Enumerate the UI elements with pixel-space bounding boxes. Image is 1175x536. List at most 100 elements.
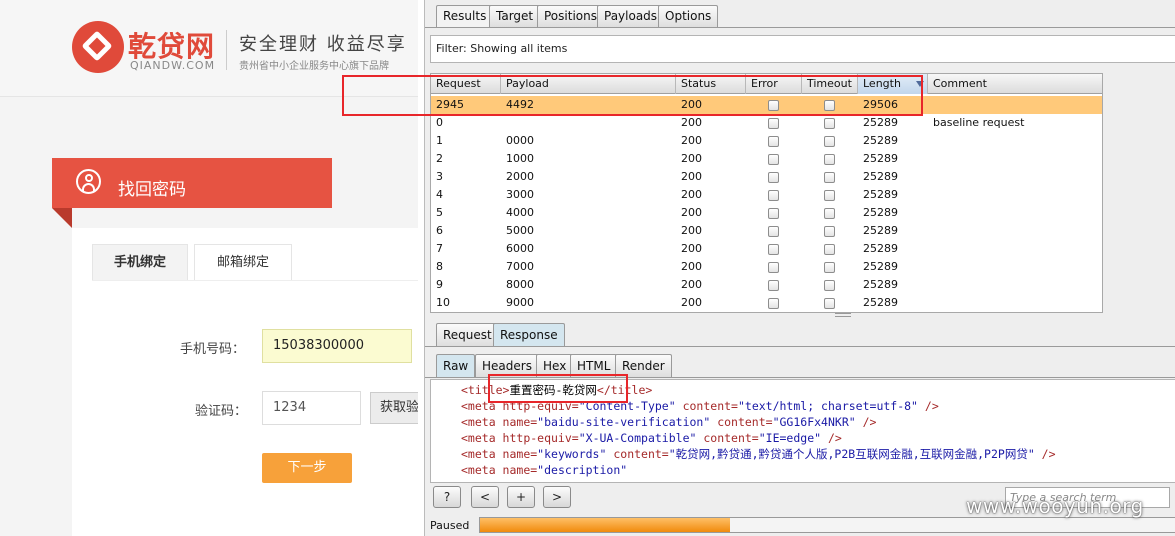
- next-step-button[interactable]: 下一步: [262, 453, 352, 483]
- tab-response[interactable]: Response: [493, 323, 565, 346]
- code-tag: />: [821, 431, 842, 445]
- col-comment[interactable]: Comment: [928, 74, 1102, 94]
- previous-button[interactable]: <: [471, 486, 499, 508]
- header-divider: [226, 30, 227, 70]
- code-attr: content=: [696, 431, 759, 445]
- code-value: "IE=edge": [758, 431, 822, 445]
- watermark: www.wooyun.org: [966, 494, 1144, 518]
- table-row[interactable]: 2 1000 200 25289: [431, 150, 1102, 168]
- timeout-checkbox: [824, 190, 835, 201]
- code-value: "GG16Fx4NKR": [772, 415, 856, 429]
- code-attr: name=: [495, 415, 538, 429]
- table-row[interactable]: 3 2000 200 25289: [431, 168, 1102, 186]
- error-checkbox: [768, 262, 779, 273]
- tab-email-binding[interactable]: 邮箱绑定: [194, 244, 292, 281]
- cell-request: 7: [436, 242, 443, 255]
- table-row[interactable]: 6 5000 200 25289: [431, 222, 1102, 240]
- tab-options[interactable]: Options: [658, 5, 719, 27]
- error-checkbox: [768, 244, 779, 255]
- cell-payload: 4000: [506, 206, 534, 219]
- filter-bar[interactable]: Filter: Showing all items: [430, 35, 1175, 63]
- cell-request: 6: [436, 224, 443, 237]
- code-tag: <meta: [461, 415, 496, 429]
- cell-status: 200: [681, 170, 702, 183]
- code-attr: name=: [495, 447, 538, 461]
- code-value: "baidu-site-verification": [537, 415, 711, 429]
- code-tag: />: [1034, 447, 1056, 461]
- table-row[interactable]: 10 9000 200 25289: [431, 294, 1102, 312]
- cell-comment: [928, 258, 933, 276]
- cell-length: 25289: [863, 152, 898, 165]
- banner-fold: [52, 208, 72, 228]
- cell-request: 4: [436, 188, 443, 201]
- code-value: "keywords": [537, 447, 607, 461]
- timeout-checkbox: [824, 208, 835, 219]
- cell-comment: [928, 276, 933, 294]
- verification-code-input[interactable]: 1234: [262, 391, 361, 425]
- error-checkbox: [768, 190, 779, 201]
- page-title: 找回密码: [118, 180, 186, 200]
- code-attr: content=: [710, 415, 773, 429]
- cell-status: 200: [681, 278, 702, 291]
- add-button[interactable]: +: [507, 486, 535, 508]
- get-code-button[interactable]: 获取验: [370, 392, 418, 424]
- cell-length: 25289: [863, 260, 898, 273]
- code-line: <meta name="description": [461, 462, 1175, 478]
- cell-payload: 6000: [506, 242, 534, 255]
- cell-comment: [928, 132, 933, 150]
- cell-status: 200: [681, 152, 702, 165]
- phone-input[interactable]: 15038300000: [262, 329, 412, 363]
- code-tag: <meta: [461, 447, 496, 461]
- code-tag: <meta: [461, 463, 496, 477]
- error-checkbox: [768, 118, 779, 129]
- cell-request: 0: [436, 116, 443, 129]
- tab-raw[interactable]: Raw: [436, 354, 476, 377]
- cell-request: 3: [436, 170, 443, 183]
- error-checkbox: [768, 280, 779, 291]
- cell-payload: [501, 114, 506, 132]
- cell-request: 1: [436, 134, 443, 147]
- next-match-button[interactable]: >: [543, 486, 571, 508]
- code-tag: <meta: [461, 431, 496, 445]
- cell-length: 25289: [863, 170, 898, 183]
- cell-length: 25289: [863, 242, 898, 255]
- highlight-box-title: [488, 374, 628, 403]
- code-line: <meta http-equiv="X-UA-Compatible" conte…: [461, 430, 1175, 446]
- user-icon: [76, 169, 101, 194]
- highlight-box-row: [342, 75, 923, 116]
- table-row[interactable]: 5 4000 200 25289: [431, 204, 1102, 222]
- progress-fill: [480, 518, 730, 532]
- tab-phone-binding[interactable]: 手机绑定: [92, 244, 188, 281]
- tab-positions[interactable]: Positions: [537, 5, 604, 27]
- sub-slogan: 贵州省中小企业服务中心旗下品牌: [239, 61, 389, 72]
- cell-length: 25289: [863, 296, 898, 309]
- cell-status: 200: [681, 206, 702, 219]
- tab-baseline: [425, 27, 1175, 28]
- tab-request[interactable]: Request: [436, 323, 499, 346]
- code-attr: content=: [675, 399, 738, 413]
- error-checkbox: [768, 298, 779, 309]
- cell-comment: [928, 294, 933, 312]
- tab-target[interactable]: Target: [489, 5, 541, 27]
- timeout-checkbox: [824, 298, 835, 309]
- code-value: "description": [537, 463, 628, 477]
- table-row[interactable]: 0 200 25289 baseline request: [431, 114, 1102, 132]
- timeout-checkbox: [824, 262, 835, 273]
- cell-comment: [928, 96, 933, 114]
- tab-results[interactable]: Results: [436, 5, 494, 27]
- cell-comment: [928, 204, 933, 222]
- help-button[interactable]: ?: [433, 486, 461, 508]
- code-tag: />: [855, 415, 877, 429]
- timeout-checkbox: [824, 244, 835, 255]
- cell-length: 25289: [863, 134, 898, 147]
- tab-payloads[interactable]: Payloads: [597, 5, 665, 27]
- table-row[interactable]: 7 6000 200 25289: [431, 240, 1102, 258]
- table-row[interactable]: 1 0000 200 25289: [431, 132, 1102, 150]
- cell-status: 200: [681, 134, 702, 147]
- cell-payload: 0000: [506, 134, 534, 147]
- table-row[interactable]: 9 8000 200 25289: [431, 276, 1102, 294]
- splitter-handle[interactable]: [835, 313, 851, 317]
- table-row[interactable]: 8 7000 200 25289: [431, 258, 1102, 276]
- table-row[interactable]: 4 3000 200 25289: [431, 186, 1102, 204]
- cell-payload: 2000: [506, 170, 534, 183]
